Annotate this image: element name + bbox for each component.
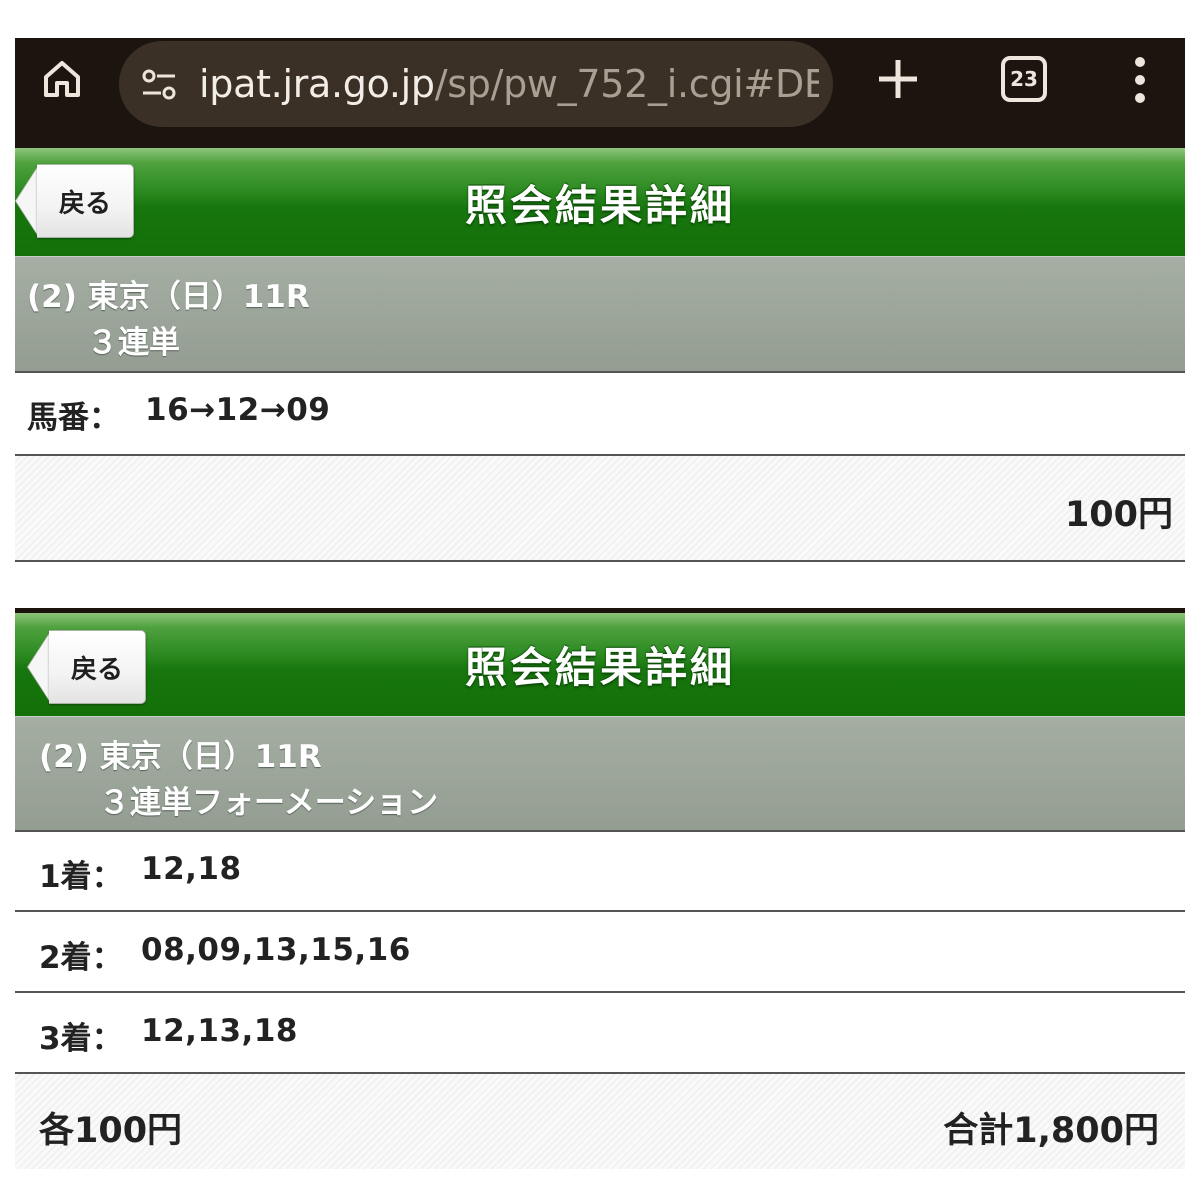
new-tab-plus-icon[interactable] bbox=[873, 54, 923, 104]
title-bar: 照会結果詳細 bbox=[15, 613, 1185, 716]
bet-type: ３連単 bbox=[87, 325, 180, 361]
bet-amount: 100円 bbox=[1064, 495, 1173, 535]
ticket-detail-1: 照会結果詳細 戻る (2) 東京（日）11R ３連単 馬番： 16→12→09 … bbox=[15, 148, 1185, 563]
place-label: 1着： bbox=[39, 859, 123, 895]
place-value: 12,18 bbox=[141, 851, 242, 887]
race-header: (2) 東京（日）11R ３連単フォーメーション bbox=[15, 716, 1185, 832]
place-row-3: 3着： 12,13,18 bbox=[15, 993, 1185, 1074]
horse-number-label: 馬番： bbox=[27, 400, 120, 436]
ticket-detail-2: 照会結果詳細 戻る (2) 東京（日）11R ３連単フォーメーション 1着： 1… bbox=[15, 608, 1185, 1173]
site-settings-icon[interactable] bbox=[139, 65, 179, 105]
back-button[interactable]: 戻る bbox=[37, 164, 134, 238]
tab-switcher-button[interactable]: 23 bbox=[1001, 56, 1047, 102]
home-button[interactable] bbox=[37, 54, 87, 104]
amount-row: 各100円 合計1,800円 bbox=[15, 1074, 1185, 1169]
horse-number-row: 馬番： 16→12→09 bbox=[15, 372, 1185, 456]
horse-number-value: 16→12→09 bbox=[145, 392, 331, 428]
back-button-label: 戻る bbox=[58, 188, 111, 219]
race-name: (2) 東京（日）11R bbox=[39, 739, 322, 775]
page-title: 照会結果詳細 bbox=[464, 643, 735, 692]
tab-count: 23 bbox=[1010, 67, 1038, 91]
back-button-arrow-fill[interactable] bbox=[16, 165, 39, 237]
back-button-label: 戻る bbox=[70, 654, 123, 685]
more-menu-icon[interactable] bbox=[1125, 54, 1155, 106]
amount-row: 100円 bbox=[15, 456, 1185, 562]
place-value: 08,09,13,15,16 bbox=[141, 932, 411, 968]
url-text[interactable]: ipat.jra.go.jp/sp/pw_752_i.cgi#DET bbox=[199, 61, 819, 107]
place-row-2: 2着： 08,09,13,15,16 bbox=[15, 912, 1185, 993]
back-button[interactable]: 戻る bbox=[49, 630, 146, 704]
race-name: (2) 東京（日）11R bbox=[27, 279, 310, 315]
home-icon bbox=[44, 61, 80, 97]
title-bar: 照会結果詳細 bbox=[15, 148, 1185, 256]
total-amount: 合計1,800円 bbox=[943, 1111, 1159, 1151]
each-amount: 各100円 bbox=[39, 1111, 183, 1151]
race-header: (2) 東京（日）11R ３連単 bbox=[15, 256, 1185, 373]
place-label: 2着： bbox=[39, 940, 123, 976]
page-title: 照会結果詳細 bbox=[464, 180, 735, 230]
bet-type: ３連単フォーメーション bbox=[99, 785, 439, 821]
url-host: ipat.jra.go.jp bbox=[199, 62, 435, 106]
browser-toolbar: ipat.jra.go.jp/sp/pw_752_i.cgi#DET 23 bbox=[15, 38, 1185, 148]
address-bar[interactable]: ipat.jra.go.jp/sp/pw_752_i.cgi#DET bbox=[119, 41, 833, 127]
back-button-arrow-fill[interactable] bbox=[28, 631, 51, 703]
place-value: 12,13,18 bbox=[141, 1013, 298, 1049]
place-label: 3着： bbox=[39, 1021, 123, 1057]
url-path: /sp/pw_752_i.cgi#DET bbox=[434, 62, 819, 106]
place-row-1: 1着： 12,18 bbox=[15, 831, 1185, 912]
